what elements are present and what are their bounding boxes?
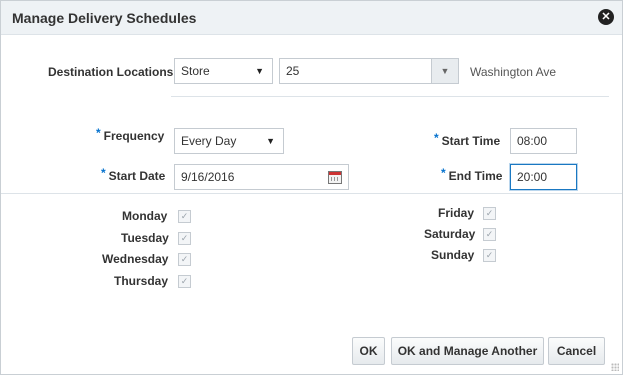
monday-checkbox[interactable]: ✓ xyxy=(178,210,191,223)
monday-label: Monday xyxy=(122,209,168,223)
location-value: 25 xyxy=(286,64,300,78)
ok-and-manage-another-button[interactable]: OK and Manage Another xyxy=(391,337,544,365)
close-icon[interactable]: ✕ xyxy=(598,9,614,25)
thursday-checkbox[interactable]: ✓ xyxy=(178,275,191,288)
tuesday-label: Tuesday xyxy=(121,231,169,245)
divider xyxy=(1,193,622,194)
start-date-value: 9/16/2016 xyxy=(181,170,235,184)
cancel-button[interactable]: Cancel xyxy=(548,337,605,365)
resize-grip-icon[interactable] xyxy=(611,363,619,371)
end-time-value: 20:00 xyxy=(517,170,548,184)
frequency-value: Every Day xyxy=(181,134,237,148)
chevron-down-icon: ▼ xyxy=(266,136,275,146)
location-name: Washington Ave xyxy=(470,65,557,79)
calendar-icon[interactable] xyxy=(328,171,342,184)
start-date-label: * Start Date xyxy=(101,166,166,183)
ok-button[interactable]: OK xyxy=(352,337,385,365)
friday-label: Friday xyxy=(438,206,475,220)
end-time-input[interactable]: 20:00 xyxy=(510,164,577,190)
saturday-checkbox[interactable]: ✓ xyxy=(483,228,496,241)
start-date-input[interactable]: 9/16/2016 xyxy=(174,164,349,190)
start-time-value: 08:00 xyxy=(517,134,548,148)
end-time-label: * End Time xyxy=(441,166,503,183)
sunday-checkbox[interactable]: ✓ xyxy=(483,249,496,262)
location-lov-input[interactable]: 25 ▼ xyxy=(279,58,459,84)
lov-dropdown-icon[interactable]: ▼ xyxy=(431,59,458,83)
tuesday-checkbox[interactable]: ✓ xyxy=(178,232,191,245)
friday-checkbox[interactable]: ✓ xyxy=(483,207,496,220)
thursday-label: Thursday xyxy=(114,274,169,288)
start-time-input[interactable]: 08:00 xyxy=(510,128,577,154)
destination-locations-label: Destination Locations xyxy=(48,65,174,79)
saturday-label: Saturday xyxy=(424,227,476,241)
destination-type-value: Store xyxy=(181,64,210,78)
sunday-label: Sunday xyxy=(431,248,475,262)
dialog-header: Manage Delivery Schedules ✕ xyxy=(1,1,622,35)
wednesday-checkbox[interactable]: ✓ xyxy=(178,253,191,266)
chevron-down-icon: ▼ xyxy=(255,66,264,76)
frequency-select[interactable]: Every Day ▼ xyxy=(174,128,284,154)
dialog-title: Manage Delivery Schedules xyxy=(12,10,197,26)
start-time-label: * Start Time xyxy=(434,131,501,148)
wednesday-label: Wednesday xyxy=(102,252,169,266)
divider xyxy=(171,96,609,97)
frequency-label: * Frequency xyxy=(96,126,165,143)
destination-type-select[interactable]: Store ▼ xyxy=(174,58,273,84)
manage-delivery-schedules-dialog: Manage Delivery Schedules ✕ Destination … xyxy=(0,0,623,375)
